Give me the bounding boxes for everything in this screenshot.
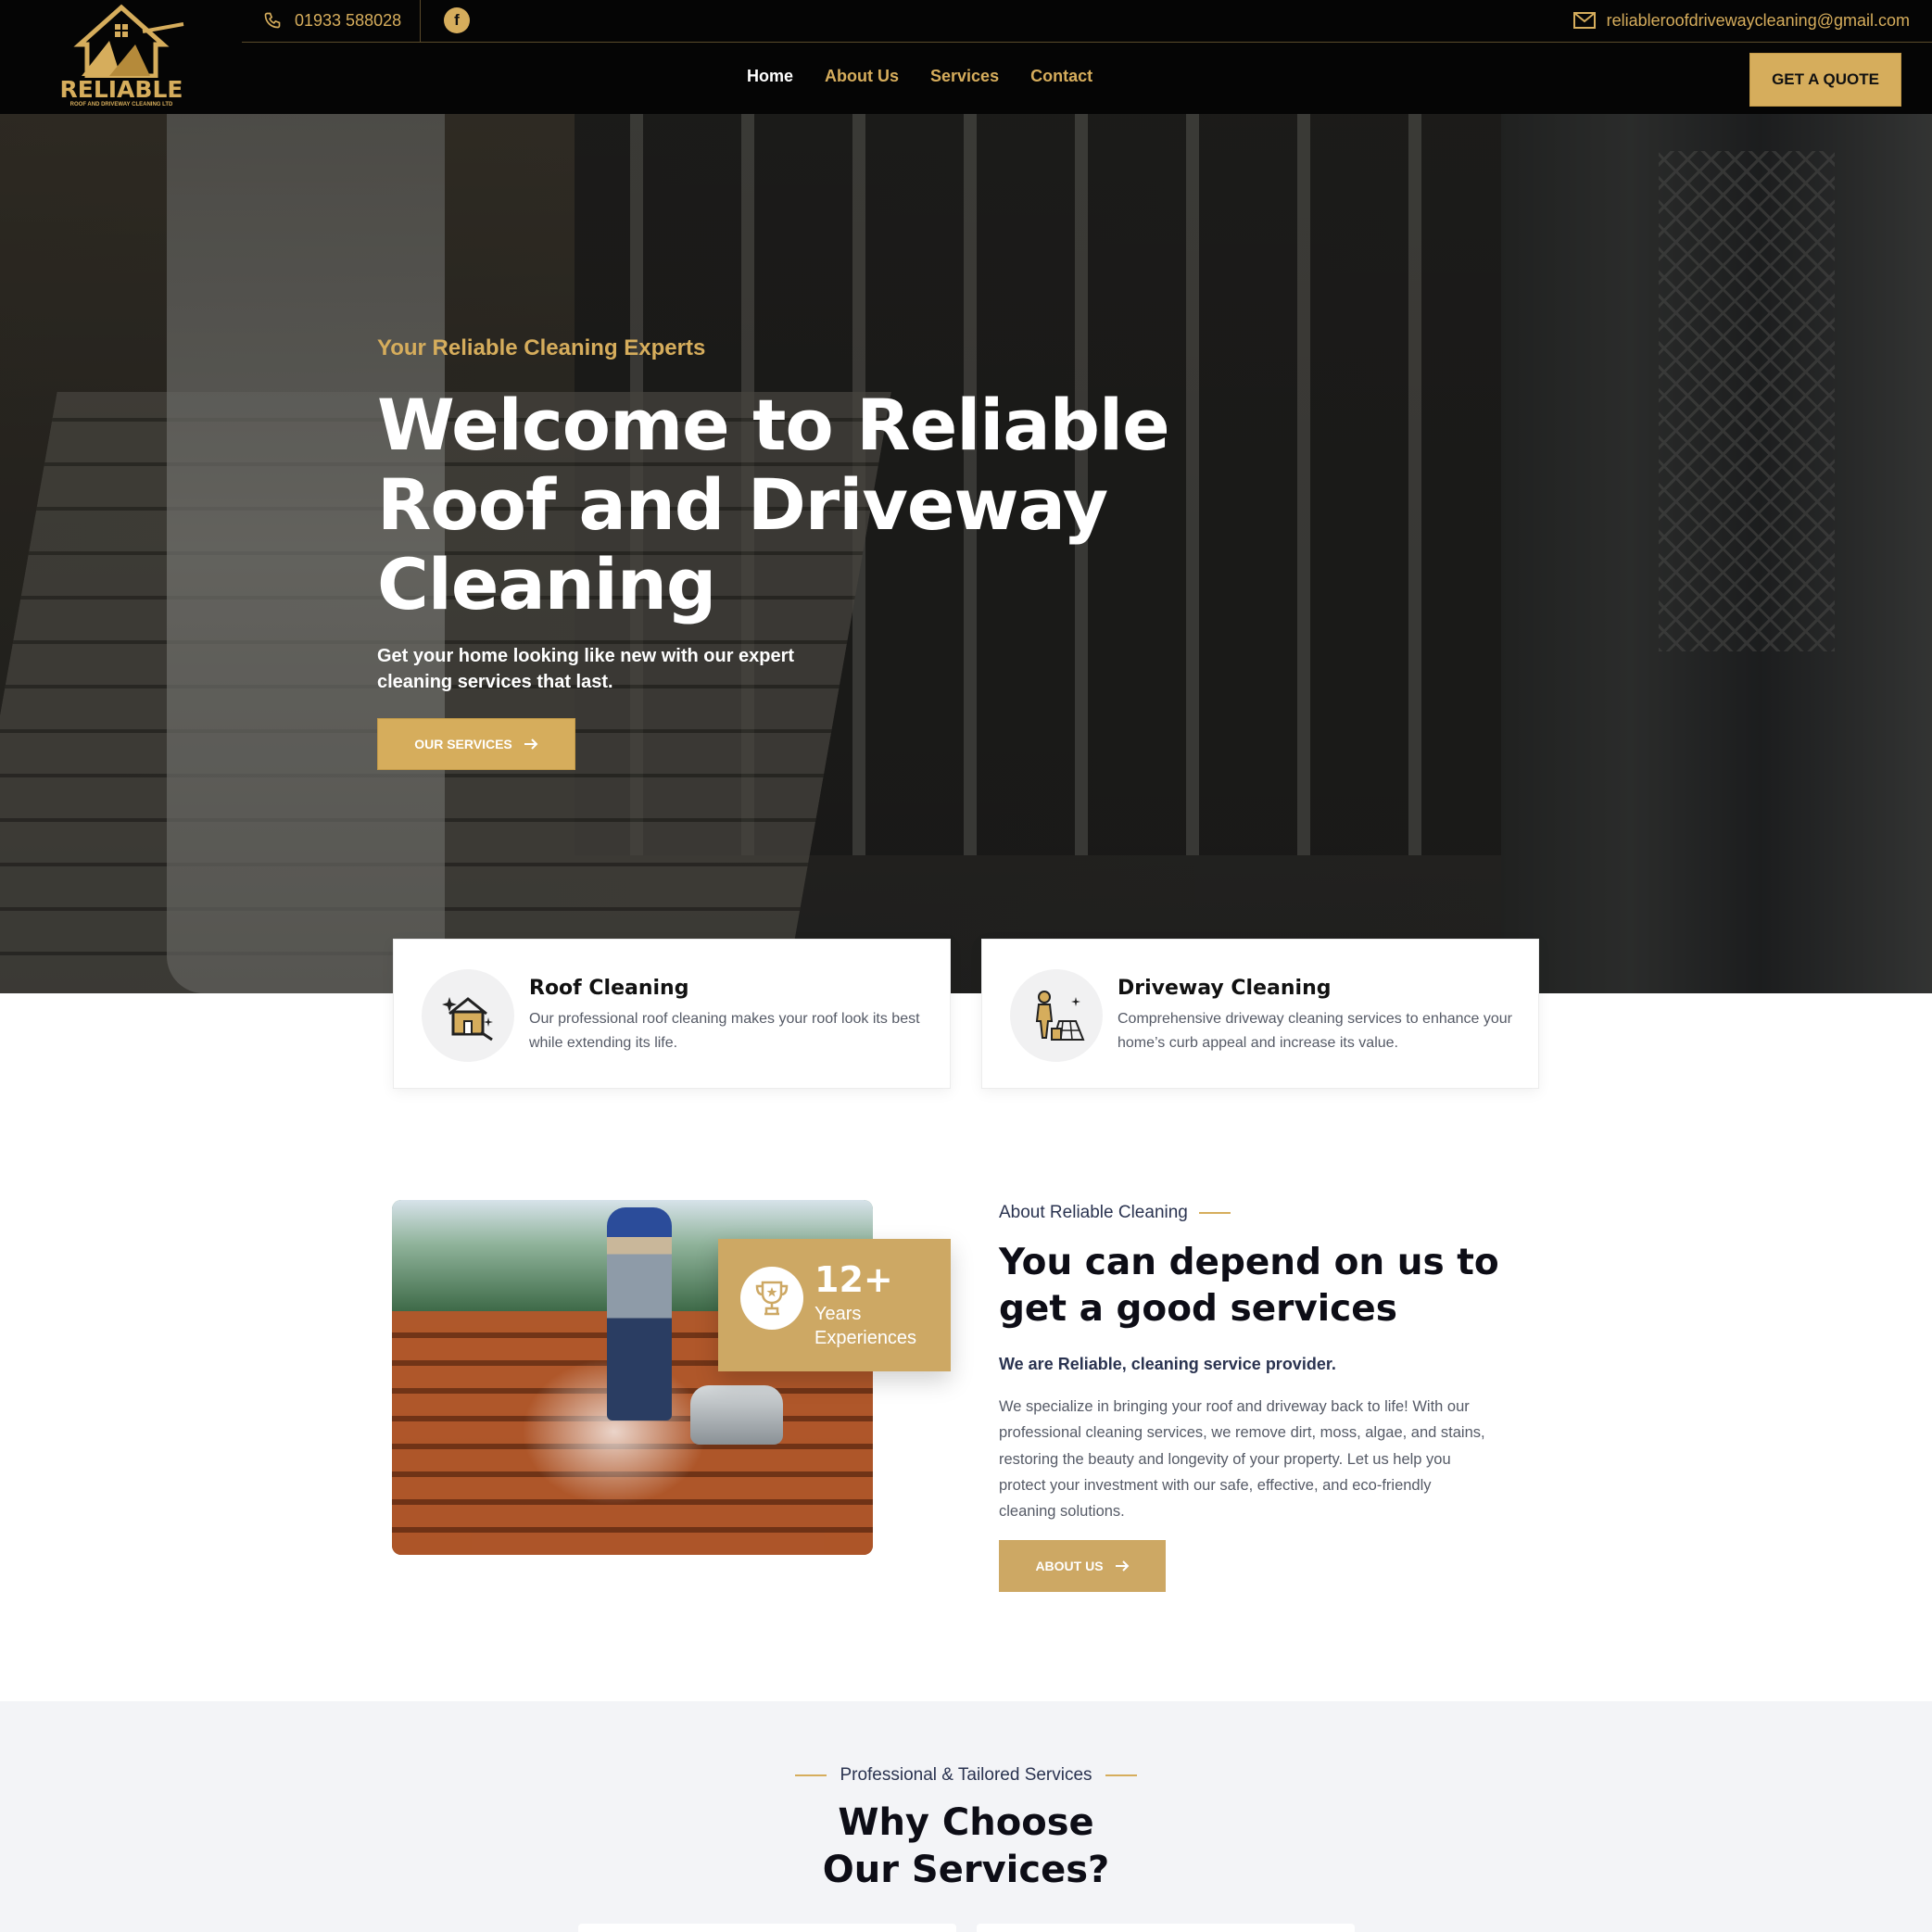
card-title: Roof Cleaning (529, 977, 689, 1000)
why-title: Why Choose Our Services? (0, 1799, 1932, 1894)
service-card-driveway[interactable]: Driveway Cleaning Comprehensive driveway… (981, 939, 1539, 1089)
trophy-icon (755, 1281, 789, 1316)
card-text: Our professional roof cleaning makes you… (529, 1011, 920, 1051)
envelope-icon (1572, 12, 1596, 29)
email-address: reliableroofdrivewaycleaning@gmail.com (1606, 10, 1910, 30)
facebook-icon[interactable]: f (444, 7, 470, 33)
photo-worker (607, 1207, 672, 1421)
photo-cleaning-machine (690, 1385, 783, 1445)
kicker-line-left (795, 1774, 827, 1776)
kicker-line-right (1105, 1774, 1137, 1776)
main-nav: Home About Us Services Contact (747, 67, 1092, 86)
logo-house-icon (73, 4, 184, 79)
experience-badge: 12+ Years Experiences (718, 1239, 951, 1371)
arrow-right-icon (524, 739, 538, 750)
hero-kicker: Your Reliable Cleaning Experts (377, 335, 706, 360)
phone-number: 01933 588028 (295, 10, 402, 30)
driveway-cleaning-icon-circle (1010, 969, 1103, 1062)
nav-services[interactable]: Services (930, 67, 999, 86)
roof-cleaning-icon (442, 997, 493, 1042)
nav-contact[interactable]: Contact (1030, 67, 1092, 86)
experience-number: 12+ (814, 1259, 893, 1300)
about-lead: We are Reliable, cleaning service provid… (999, 1355, 1336, 1373)
about-body: We specialize in bringing your roof and … (999, 1398, 1485, 1521)
our-services-label: OUR SERVICES (414, 737, 512, 751)
logo-tagline: ROOF AND DRIVEWAY CLEANING LTD (69, 102, 173, 107)
why-card (578, 1924, 956, 1932)
get-a-quote-button[interactable]: GET A QUOTE (1749, 53, 1901, 107)
about-kicker: About Reliable Cleaning (999, 1203, 1231, 1223)
why-kicker-text: Professional & Tailored Services (840, 1765, 1092, 1785)
driveway-cleaning-icon (1035, 991, 1085, 1041)
why-kicker: Professional & Tailored Services (0, 1765, 1932, 1786)
site-logo[interactable]: RELIABLE ROOF AND DRIVEWAY CLEANING LTD (54, 4, 189, 107)
hero-title: Welcome to Reliable Roof and Driveway Cl… (377, 384, 1170, 625)
about-kicker-text: About Reliable Cleaning (999, 1203, 1188, 1222)
kicker-line (1198, 1212, 1231, 1214)
card-text: Comprehensive driveway cleaning services… (1118, 1011, 1512, 1051)
about-us-button[interactable]: ABOUT US (999, 1540, 1166, 1592)
site-header: RELIABLE ROOF AND DRIVEWAY CLEANING LTD … (0, 0, 1932, 114)
topbar-divider-line (242, 42, 1932, 43)
our-services-button[interactable]: OUR SERVICES (377, 718, 575, 770)
nav-home[interactable]: Home (747, 67, 793, 86)
email-link[interactable]: reliableroofdrivewaycleaning@gmail.com (1572, 8, 1910, 32)
why-card (977, 1924, 1355, 1932)
phone-icon (264, 12, 281, 29)
experience-label: Years Experiences (814, 1304, 917, 1348)
why-title-text: Why Choose Our Services? (822, 1801, 1110, 1891)
card-title: Driveway Cleaning (1118, 977, 1332, 1000)
hero-subtitle: Get your home looking like new with our … (377, 646, 795, 692)
arrow-right-icon (1115, 1560, 1129, 1572)
service-card-roof[interactable]: Roof Cleaning Our professional roof clea… (393, 939, 951, 1089)
roof-cleaning-icon-circle (422, 969, 514, 1062)
about-us-label: ABOUT US (1035, 1559, 1104, 1573)
topbar-vertical-divider (420, 0, 421, 42)
nav-about-us[interactable]: About Us (825, 67, 899, 86)
trophy-icon-circle (740, 1267, 803, 1330)
logo-wordmark: RELIABLE (59, 76, 183, 103)
phone-link[interactable]: 01933 588028 (263, 8, 401, 32)
about-title: You can depend on us to get a good servi… (999, 1242, 1499, 1330)
